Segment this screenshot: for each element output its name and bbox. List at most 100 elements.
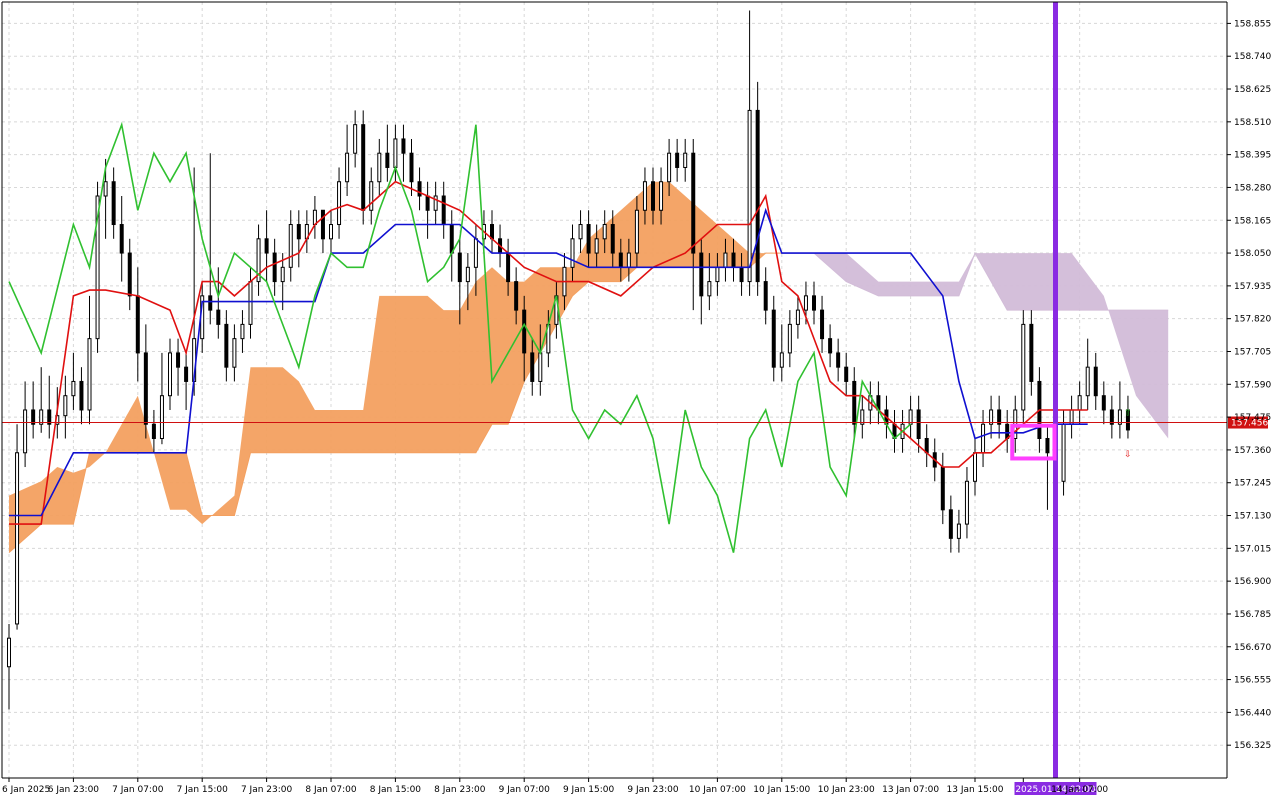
candle-bear <box>385 152 390 168</box>
candle-bull <box>634 209 639 254</box>
candle-bull <box>377 152 382 183</box>
y-tick-label: 157.015 <box>1234 544 1271 554</box>
candle-bear <box>457 252 462 283</box>
candle-bear <box>916 409 921 439</box>
candle-bear <box>208 295 213 311</box>
candle-bear <box>127 252 132 297</box>
x-tick-label: 8 Jan 23:00 <box>434 785 486 795</box>
candle-bull <box>956 523 961 539</box>
candle-bear <box>1045 438 1050 454</box>
candle-bear <box>135 295 140 354</box>
candle-bear <box>401 138 406 154</box>
y-tick-label: 157.360 <box>1234 446 1271 456</box>
candle-bear <box>618 252 623 268</box>
x-tick-label: 13 Jan 15:00 <box>947 785 1004 795</box>
y-tick-label: 158.395 <box>1234 151 1271 161</box>
candle-bear <box>119 224 124 254</box>
x-tick-label: 7 Jan 23:00 <box>241 785 293 795</box>
candle-bear <box>79 380 84 411</box>
candle-bear <box>514 281 519 311</box>
candle-bull <box>329 224 333 240</box>
down-arrow-icon: ⇩ <box>1124 450 1132 460</box>
candle-bull <box>248 281 253 325</box>
candle-bear <box>675 152 680 168</box>
x-tick-label: 9 Jan 07:00 <box>499 785 551 795</box>
candle-bull <box>15 452 20 625</box>
candle-bull <box>538 352 543 382</box>
x-tick-label: 10 Jan 23:00 <box>818 785 875 795</box>
candle-bull <box>393 138 398 168</box>
y-tick-label: 156.785 <box>1234 610 1271 620</box>
candle-bear <box>763 281 768 311</box>
y-tick-label: 157.475 <box>1234 413 1271 423</box>
candle-bull <box>71 380 76 397</box>
y-tick-label: 158.280 <box>1234 183 1271 193</box>
candle-bull <box>787 323 792 354</box>
candle-bear <box>1029 323 1034 382</box>
candle-bull <box>723 252 728 268</box>
y-tick-label: 157.820 <box>1234 315 1271 325</box>
candles <box>7 10 1130 710</box>
candle-bull <box>659 181 664 211</box>
candle-bull <box>667 152 672 183</box>
x-tick-label: 8 Jan 07:00 <box>305 785 357 795</box>
candle-bull <box>642 181 647 211</box>
candle-bear <box>176 352 181 368</box>
candle-bull <box>280 266 285 283</box>
candle-bear <box>948 509 953 539</box>
candle-bull <box>594 238 599 254</box>
chart-canvas[interactable]: 157.456⇧⇩ 158.855158.740158.625158.51015… <box>0 0 1280 800</box>
y-tick-label: 158.050 <box>1234 249 1271 259</box>
candle-bear <box>699 252 704 297</box>
y-tick-label: 156.900 <box>1234 577 1271 587</box>
candle-bear <box>755 109 760 283</box>
candle-bull <box>570 238 575 268</box>
x-tick-label: 13 Jan 07:00 <box>882 785 939 795</box>
candle-bull <box>345 152 350 183</box>
candle-bear <box>490 224 494 240</box>
candle-bull <box>1021 323 1026 411</box>
candle-bull <box>683 152 688 168</box>
candle-bear <box>1005 423 1010 439</box>
y-tick-label: 158.855 <box>1234 19 1271 29</box>
candle-bull <box>795 309 800 325</box>
candle-bull <box>1085 366 1090 397</box>
candle-bull <box>707 281 712 297</box>
candle-bear <box>296 224 301 240</box>
candle-bear <box>731 252 736 268</box>
y-tick-label: 157.935 <box>1234 282 1271 292</box>
y-tick-label: 157.130 <box>1234 512 1271 522</box>
x-tick-label: 6 Jan 2025 <box>2 785 50 795</box>
x-tick-label: 9 Jan 15:00 <box>563 785 615 795</box>
candle-bull <box>715 266 720 283</box>
candle-bull <box>473 238 478 268</box>
x-tick-label: 14 Jan 07:00 <box>1051 785 1108 795</box>
x-tick-label: 9 Jan 23:00 <box>627 785 679 795</box>
candle-bear <box>425 195 430 211</box>
candle-bear <box>441 195 446 226</box>
up-arrow-icon: ⇧ <box>1124 409 1132 419</box>
candle-bear <box>143 352 148 425</box>
candle-bull <box>465 266 470 283</box>
candle-bear <box>739 266 744 283</box>
candle-bear <box>417 181 422 197</box>
x-tick-label: 6 Jan 23:00 <box>48 785 100 795</box>
ichimoku-chart[interactable]: 157.456 ⇧ ⇩ 158.855 158.740 158.625 158.510 15… <box>0 0 1280 800</box>
candle-bull <box>626 252 631 268</box>
candle-bull <box>973 452 977 482</box>
candle-bull <box>288 224 293 268</box>
candle-bear <box>449 224 454 254</box>
y-tick-label: 156.555 <box>1234 676 1271 686</box>
candle-bear <box>828 338 833 354</box>
x-tick-label: 7 Jan 07:00 <box>112 785 164 795</box>
y-tick-label: 156.440 <box>1234 708 1271 718</box>
candle-bear <box>151 423 156 439</box>
candle-bull <box>7 637 11 668</box>
x-tick-label: 10 Jan 15:00 <box>753 785 810 795</box>
y-tick-label: 156.325 <box>1234 741 1271 751</box>
candle-bear <box>320 209 325 240</box>
candle-bear <box>924 438 929 454</box>
candle-bull <box>602 224 607 240</box>
candle-bull <box>779 352 784 368</box>
candle-bull <box>981 423 986 454</box>
